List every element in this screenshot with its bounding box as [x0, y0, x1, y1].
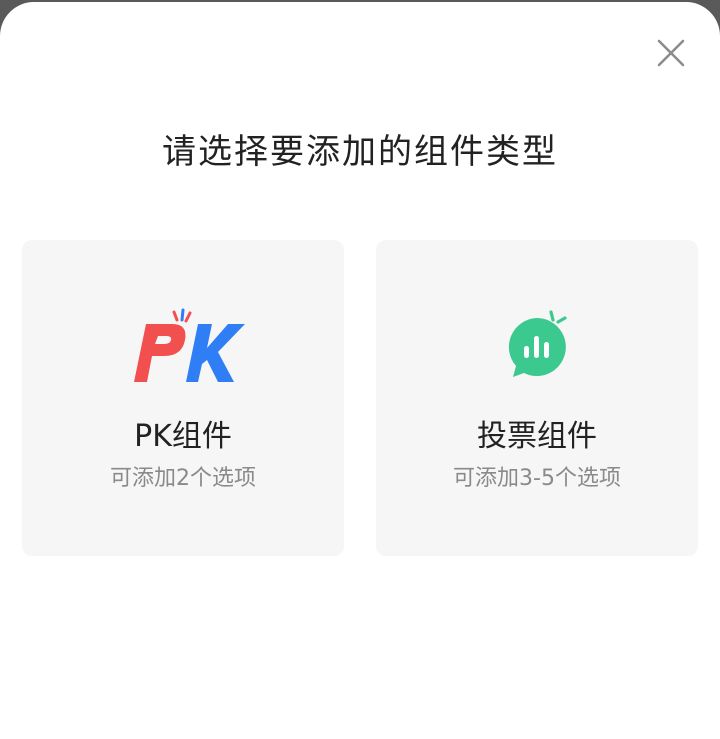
vote-chat-icon — [376, 302, 698, 392]
component-type-sheet: 请选择要添加的组件类型 PK组件 可添加2个选项 投票组件 可添加3-5个选项 — [0, 2, 720, 739]
pk-component-card[interactable]: PK组件 可添加2个选项 — [22, 240, 344, 556]
pk-card-subtitle: 可添加2个选项 — [110, 466, 256, 491]
pk-logo-icon — [22, 302, 344, 392]
dialog-title: 请选择要添加的组件类型 — [162, 132, 558, 172]
pk-card-title: PK组件 — [134, 419, 232, 454]
vote-component-card[interactable]: 投票组件 可添加3-5个选项 — [376, 240, 698, 556]
vote-card-subtitle: 可添加3-5个选项 — [453, 466, 621, 491]
vote-card-title: 投票组件 — [477, 419, 597, 454]
close-button[interactable] — [650, 32, 692, 74]
close-icon — [657, 39, 685, 67]
